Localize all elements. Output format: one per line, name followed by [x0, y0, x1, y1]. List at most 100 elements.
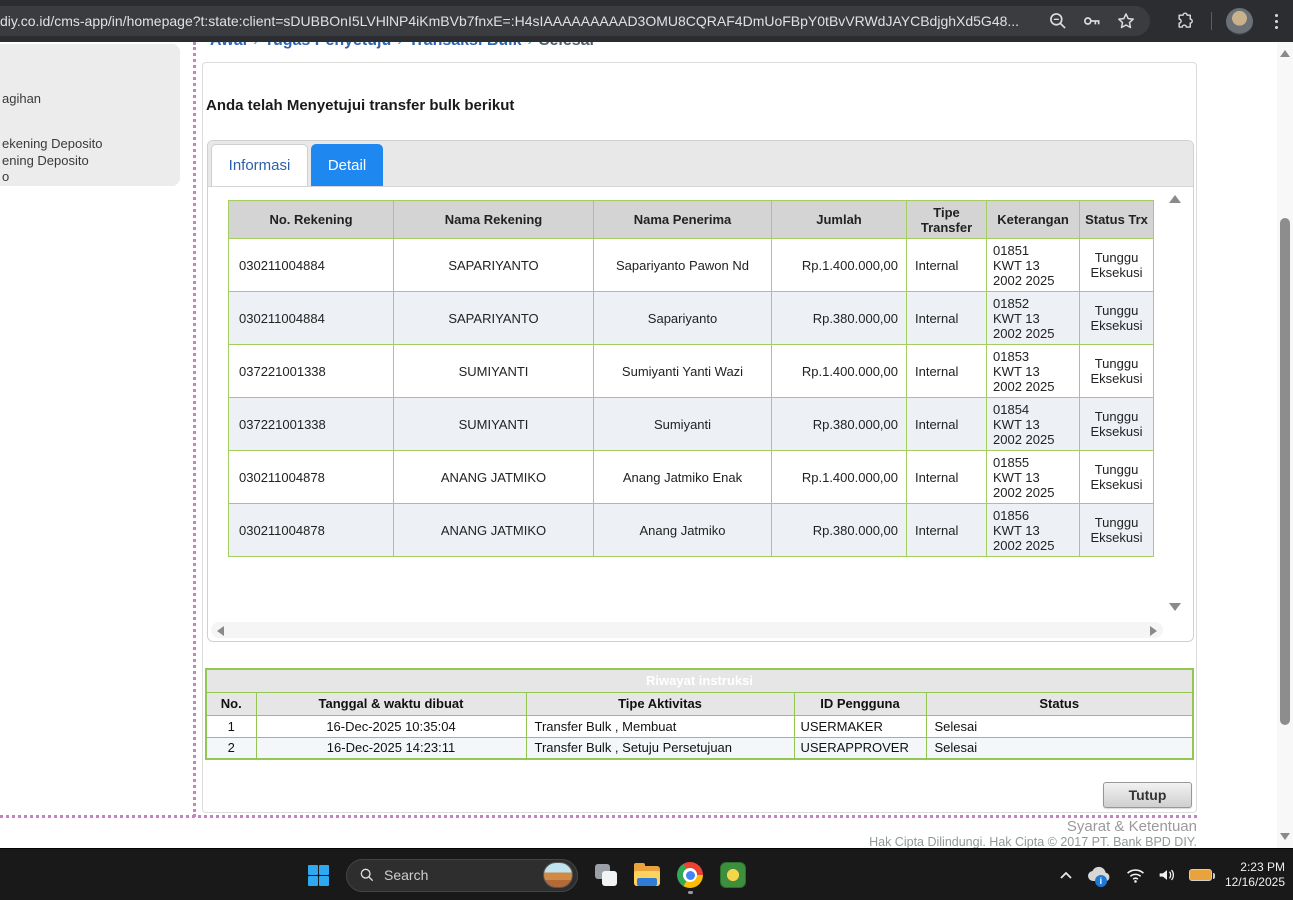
url-text: diy.co.id/cms-app/in/homepage?t:state:cl… [0, 13, 1048, 29]
tutup-button[interactable]: Tutup [1103, 782, 1192, 808]
col-header-status: Status [926, 692, 1193, 715]
table-scroll-left-icon[interactable] [217, 626, 224, 636]
main-content-panel: Anda telah Menyetujui transfer bulk beri… [202, 62, 1197, 813]
taskbar-search-box[interactable]: Search [346, 859, 578, 892]
table-cell: 2 [206, 737, 256, 759]
detail-table: No. Rekening Nama Rekening Nama Penerima… [228, 200, 1154, 557]
task-view-button[interactable] [595, 864, 617, 886]
col-header-id-pengguna: ID Pengguna [794, 692, 926, 715]
breadcrumb-link-tugas-penyetuju[interactable]: Tugas Penyetuju [264, 42, 391, 49]
history-header-row: No. Tanggal & waktu dibuat Tipe Aktivita… [206, 692, 1193, 715]
screen: diy.co.id/cms-app/in/homepage?t:state:cl… [0, 0, 1293, 900]
table-cell: Tunggu Eksekusi [1080, 239, 1154, 292]
browser-chrome: diy.co.id/cms-app/in/homepage?t:state:cl… [0, 0, 1293, 42]
table-cell: 030211004878 [229, 504, 394, 557]
profile-avatar[interactable] [1226, 8, 1253, 35]
breadcrumb: Awal›Tugas Penyetuju›Transaksi Bulk›Sele… [202, 42, 1197, 60]
table-cell: Tunggu Eksekusi [1080, 504, 1154, 557]
clock-date: 12/16/2025 [1225, 875, 1285, 890]
file-explorer-button[interactable] [634, 866, 660, 887]
bookmark-star-icon[interactable] [1116, 11, 1136, 31]
search-label: Search [384, 867, 543, 883]
onedrive-badge: i [1095, 875, 1107, 887]
table-cell: Tunggu Eksekusi [1080, 292, 1154, 345]
search-highlight-image[interactable] [543, 862, 573, 888]
table-row: 037221001338SUMIYANTISumiyantiRp.380.000… [229, 398, 1154, 451]
table-cell: Selesai [926, 715, 1193, 737]
tab-content: No. Rekening Nama Rekening Nama Penerima… [208, 187, 1193, 641]
table-cell: Sapariyanto [594, 292, 772, 345]
onedrive-icon[interactable]: i [1086, 865, 1113, 885]
scrollbar-thumb[interactable] [1280, 218, 1290, 725]
table-cell: 16-Dec-2025 14:23:11 [256, 737, 526, 759]
tab-informasi[interactable]: Informasi [211, 144, 308, 186]
table-row: 030211004878ANANG JATMIKOAnang JatmikoRp… [229, 504, 1154, 557]
chrome-button[interactable] [677, 862, 703, 888]
key-icon[interactable] [1082, 11, 1102, 31]
table-cell: USERAPPROVER [794, 737, 926, 759]
wifi-icon[interactable] [1126, 868, 1145, 883]
table-cell: ANANG JATMIKO [394, 504, 594, 557]
table-cell: Rp.380.000,00 [772, 398, 907, 451]
table-cell: Rp.1.400.000,00 [772, 451, 907, 504]
table-cell: Rp.380.000,00 [772, 292, 907, 345]
breadcrumb-link-transaksi-bulk[interactable]: Transaksi Bulk [409, 42, 522, 49]
tray-chevron-up-icon[interactable] [1059, 870, 1073, 880]
table-scroll-up-icon[interactable] [1169, 195, 1181, 203]
table-cell: Tunggu Eksekusi [1080, 451, 1154, 504]
menu-kebab-icon[interactable] [1267, 11, 1285, 31]
table-horizontal-scrollbar[interactable] [211, 622, 1163, 638]
table-cell: Selesai [926, 737, 1193, 759]
sidebar-item-giro[interactable]: o [2, 169, 9, 184]
sidebar-item-tagihan[interactable]: agihan [2, 91, 41, 106]
copyright-text: Hak Cipta Dilindungi. Hak Cipta © 2017 P… [869, 835, 1197, 849]
sidebar-menu: agihan ekening Deposito ening Deposito o [0, 44, 180, 186]
table-cell: Rp.1.400.000,00 [772, 239, 907, 292]
address-bar[interactable]: diy.co.id/cms-app/in/homepage?t:state:cl… [0, 6, 1150, 36]
table-cell: 01852 KWT 13 2002 2025 [987, 292, 1080, 345]
table-cell: 01855 KWT 13 2002 2025 [987, 451, 1080, 504]
table-cell: Internal [907, 504, 987, 557]
table-cell: 16-Dec-2025 10:35:04 [256, 715, 526, 737]
col-header-no: No. [206, 692, 256, 715]
table-cell: 01856 KWT 13 2002 2025 [987, 504, 1080, 557]
table-scroll-down-icon[interactable] [1169, 603, 1181, 611]
volume-icon[interactable] [1158, 867, 1176, 883]
content-divider-horizontal [0, 815, 1197, 818]
table-cell: 01853 KWT 13 2002 2025 [987, 345, 1080, 398]
table-cell: Rp.380.000,00 [772, 504, 907, 557]
table-cell: 01851 KWT 13 2002 2025 [987, 239, 1080, 292]
table-cell: Anang Jatmiko Enak [594, 451, 772, 504]
taskbar-clock[interactable]: 2:23 PM 12/16/2025 [1225, 860, 1285, 890]
terms-link[interactable]: Syarat & Ketentuan [1067, 818, 1197, 835]
search-icon [359, 867, 375, 883]
chrome-divider [1211, 12, 1212, 30]
table-cell: Internal [907, 451, 987, 504]
table-cell: SUMIYANTI [394, 398, 594, 451]
bank-app-button[interactable] [720, 862, 746, 888]
history-table-title: Riwayat instruksi [206, 669, 1193, 692]
sidebar-item-rekening-deposito-1[interactable]: ekening Deposito [2, 136, 102, 151]
transfer-detail-panel: Informasi Detail No. Rekening Nama Reken… [207, 140, 1194, 642]
extensions-icon[interactable] [1176, 12, 1195, 31]
scroll-down-icon[interactable] [1280, 833, 1290, 840]
breadcrumb-link-awal[interactable]: Awal [210, 42, 247, 49]
table-scroll-right-icon[interactable] [1150, 626, 1157, 636]
sidebar-item-rekening-deposito-2[interactable]: ening Deposito [2, 153, 89, 168]
page-scrollbar[interactable] [1277, 42, 1293, 848]
scroll-up-icon[interactable] [1280, 50, 1290, 57]
table-cell: SAPARIYANTO [394, 239, 594, 292]
table-cell: Sapariyanto Pawon Nd [594, 239, 772, 292]
zoom-icon[interactable] [1048, 11, 1068, 31]
start-button[interactable] [308, 865, 329, 886]
table-row: 116-Dec-2025 10:35:04Transfer Bulk , Mem… [206, 715, 1193, 737]
table-cell: ANANG JATMIKO [394, 451, 594, 504]
table-cell: Internal [907, 292, 987, 345]
col-header-jumlah: Jumlah [772, 201, 907, 239]
tab-detail[interactable]: Detail [311, 144, 383, 186]
taskbar: Search i [0, 848, 1293, 900]
battery-icon[interactable] [1189, 869, 1212, 881]
table-cell: Anang Jatmiko [594, 504, 772, 557]
history-table: Riwayat instruksi No. Tanggal & waktu di… [205, 668, 1194, 760]
table-cell: 030211004884 [229, 239, 394, 292]
